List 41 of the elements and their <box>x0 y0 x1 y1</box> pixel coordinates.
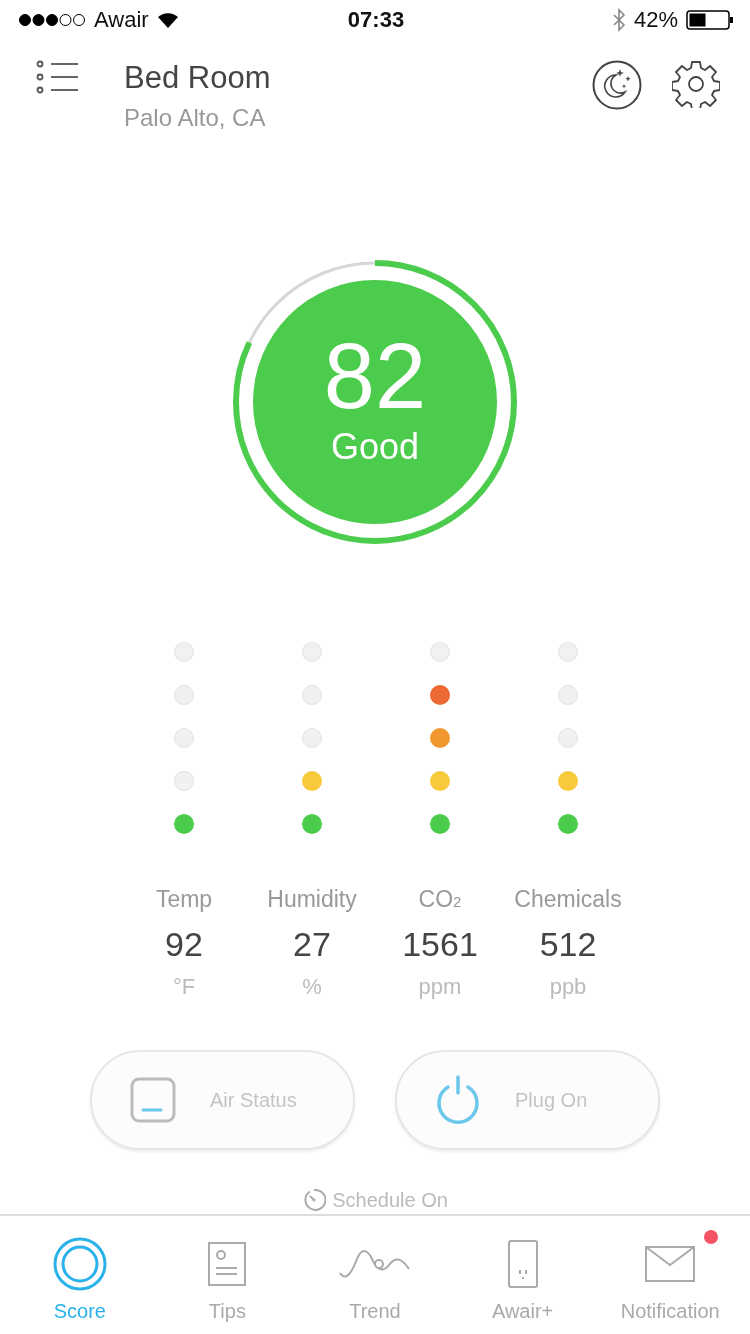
power-icon <box>435 1075 481 1125</box>
signal-icon <box>18 13 86 27</box>
plug-button[interactable]: Plug On <box>395 1050 660 1150</box>
ring-icon <box>52 1237 107 1291</box>
timer-icon <box>302 1188 327 1212</box>
sensor-name: Temp <box>155 886 213 913</box>
bluetooth-icon <box>611 8 626 32</box>
carrier-name: Awair <box>94 7 149 33</box>
sleep-mode-button[interactable] <box>592 60 642 110</box>
battery-percent: 42% <box>633 7 678 33</box>
sensor-name: Chemicals <box>514 886 622 913</box>
tab[interactable]: Awair+ <box>452 1216 593 1334</box>
display-icon <box>130 1077 176 1123</box>
sensor-value: 92 <box>165 925 203 964</box>
sensor-unit: % <box>302 974 322 1000</box>
tab[interactable]: Score <box>9 1216 150 1334</box>
wifi-icon <box>156 11 179 29</box>
sensor-name: Humidity <box>267 886 357 913</box>
room-title: Bed Room <box>124 60 272 96</box>
device-icon <box>506 1239 539 1289</box>
settings-button[interactable] <box>672 60 720 108</box>
menu-button[interactable] <box>36 60 78 94</box>
sensor-unit: ppb <box>549 974 587 1000</box>
battery-icon <box>686 10 734 30</box>
wave-icon <box>339 1249 411 1279</box>
document-icon <box>207 1241 248 1287</box>
sensor-unit: °F <box>172 974 196 1000</box>
sensor-unit: ppm <box>418 974 462 1000</box>
score-label: Good <box>330 426 420 468</box>
score-value: 82 <box>323 330 427 422</box>
tab[interactable]: Tips <box>157 1216 298 1334</box>
air-status-button[interactable]: Air Status <box>90 1050 355 1150</box>
tab[interactable]: Trend <box>305 1216 445 1334</box>
mail-icon <box>644 1245 697 1283</box>
sensor-value: 1561 <box>402 925 478 964</box>
clock-time: 07:33 <box>347 7 405 33</box>
tab[interactable]: Notification <box>600 1216 741 1334</box>
location-text: Palo Alto, CA <box>124 104 267 132</box>
sensor-value: 512 <box>539 925 597 964</box>
sensor-value: 27 <box>293 925 331 964</box>
schedule-text: Schedule On <box>332 1188 448 1212</box>
